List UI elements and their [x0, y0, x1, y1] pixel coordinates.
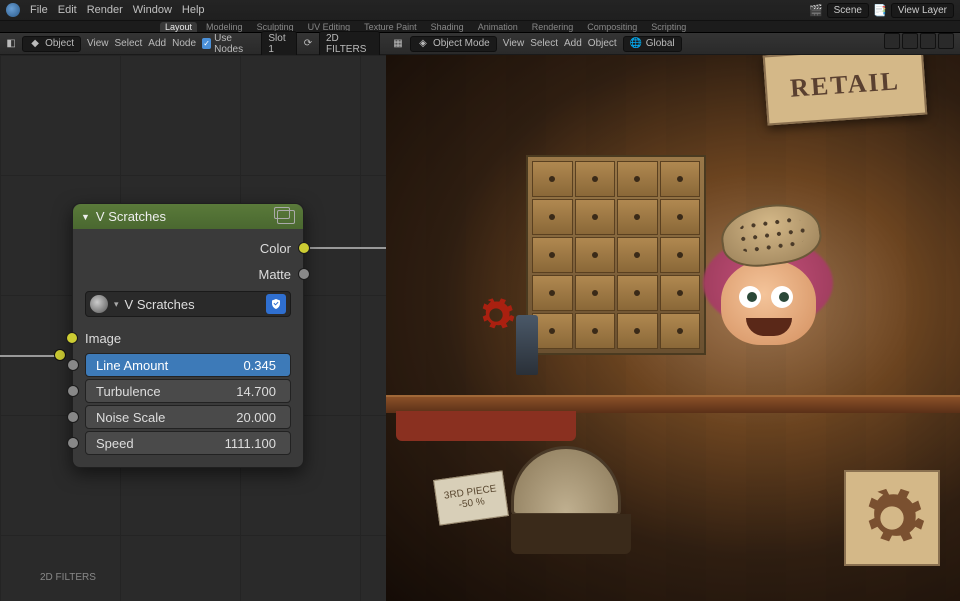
- viewport-shading-buttons: [884, 33, 954, 49]
- viewlayer-icon: 📑: [873, 4, 887, 17]
- prop-speed[interactable]: Speed 1111.100: [85, 431, 291, 455]
- wire-endpoint-icon: [54, 349, 66, 361]
- viewport-pane: ▦ ◈ Object Mode View Select Add Object 🌐…: [386, 33, 960, 601]
- menu-file[interactable]: File: [30, 4, 48, 16]
- shield-icon[interactable]: [266, 294, 286, 314]
- nodegroup-icon: [90, 295, 108, 313]
- orientation-selector[interactable]: 🌐 Global: [623, 36, 682, 52]
- prop-turbulence[interactable]: Turbulence 14.700: [85, 379, 291, 403]
- node-body: Color Matte ▾ V Scratches: [73, 229, 303, 467]
- tab-rendering[interactable]: Rendering: [527, 22, 579, 32]
- editor-type-icon[interactable]: ◧: [6, 38, 16, 50]
- collapse-triangle-icon[interactable]: ▼: [81, 212, 90, 222]
- tab-modeling[interactable]: Modeling: [201, 22, 248, 32]
- shading-material-button[interactable]: [920, 33, 936, 49]
- vp-object[interactable]: Object: [588, 38, 617, 49]
- workspace: ◧ ◆ Object View Select Add Node ✓ Use No…: [0, 33, 960, 601]
- menu-render[interactable]: Render: [87, 4, 123, 16]
- vp-add[interactable]: Add: [564, 38, 582, 49]
- viewlayer-field[interactable]: View Layer: [891, 3, 954, 18]
- shading-rendered-button[interactable]: [938, 33, 954, 49]
- render-red-gear-icon: [476, 295, 516, 335]
- viewport-render[interactable]: RETAIL 3RD PIECE -50 %: [386, 55, 960, 601]
- render-gear-sign: [844, 470, 940, 566]
- object-icon: ◆: [29, 38, 41, 50]
- globe-icon: 🌐: [630, 38, 642, 50]
- mode-selector[interactable]: ◈ Object Mode: [410, 36, 497, 52]
- node-editor-header: ◧ ◆ Object View Select Add Node ✓ Use No…: [0, 33, 386, 55]
- nodegroup-selector[interactable]: ▾ V Scratches: [85, 291, 291, 317]
- render-price-tag: 3RD PIECE -50 %: [433, 470, 509, 525]
- socket-matte-icon[interactable]: [298, 268, 310, 280]
- scene-field[interactable]: Scene: [827, 3, 869, 18]
- socket-image-icon[interactable]: [66, 332, 78, 344]
- hdr-node[interactable]: Node: [172, 38, 196, 49]
- chevron-down-icon[interactable]: ▾: [114, 299, 119, 310]
- socket-noise-scale-icon[interactable]: [67, 411, 79, 423]
- tab-animation[interactable]: Animation: [473, 22, 523, 32]
- menu-edit[interactable]: Edit: [58, 4, 77, 16]
- render-bottle: [516, 315, 538, 375]
- output-matte[interactable]: Matte: [73, 261, 303, 287]
- node-title-label: V Scratches: [96, 209, 166, 224]
- render-scale: [511, 446, 631, 576]
- check-icon: ✓: [202, 38, 211, 49]
- tab-shading[interactable]: Shading: [426, 22, 469, 32]
- output-color[interactable]: Color: [73, 235, 303, 261]
- tab-layout[interactable]: Layout: [160, 22, 197, 32]
- socket-line-amount-icon[interactable]: [67, 359, 79, 371]
- menu-window[interactable]: Window: [133, 4, 172, 16]
- socket-turbulence-icon[interactable]: [67, 385, 79, 397]
- object-mode-icon: ◈: [417, 38, 429, 50]
- node-editor-pane: ◧ ◆ Object View Select Add Node ✓ Use No…: [0, 33, 386, 601]
- node-wire-out: [304, 247, 386, 249]
- render-retail-sign: RETAIL: [763, 55, 927, 125]
- prop-noise-scale[interactable]: Noise Scale 20.000: [85, 405, 291, 429]
- socket-speed-icon[interactable]: [67, 437, 79, 449]
- hdr-add[interactable]: Add: [148, 38, 166, 49]
- use-nodes-toggle[interactable]: ✓ Use Nodes: [202, 33, 255, 55]
- socket-color-icon[interactable]: [298, 242, 310, 254]
- top-menubar: File Edit Render Window Help 🎬 Scene 📑 V…: [0, 0, 960, 21]
- node-v-scratches[interactable]: ▼ V Scratches Color Matte ▾: [72, 203, 304, 468]
- vp-view[interactable]: View: [503, 38, 525, 49]
- render-cloth: [396, 411, 576, 441]
- object-selector[interactable]: ◆ Object: [22, 36, 81, 52]
- footer-label: 2D FILTERS: [40, 572, 96, 583]
- viewport-header: ▦ ◈ Object Mode View Select Add Object 🌐…: [386, 33, 960, 55]
- node-wire: [0, 355, 58, 357]
- scene-icon: 🎬: [809, 4, 823, 17]
- menu-help[interactable]: Help: [182, 4, 205, 16]
- tab-compositing[interactable]: Compositing: [582, 22, 642, 32]
- input-image[interactable]: Image: [73, 325, 303, 351]
- tab-scripting[interactable]: Scripting: [646, 22, 691, 32]
- slot-selector[interactable]: Slot 1: [261, 31, 297, 57]
- blender-logo-icon[interactable]: [6, 3, 20, 17]
- prop-line-amount[interactable]: Line Amount 0.345: [85, 353, 291, 377]
- hdr-view[interactable]: View: [87, 38, 109, 49]
- duplicate-icon[interactable]: [277, 210, 295, 224]
- filters-field[interactable]: 2D FILTERS: [319, 31, 380, 57]
- refresh-icon[interactable]: ⟳: [303, 38, 313, 50]
- shading-solid-button[interactable]: [902, 33, 918, 49]
- node-title-bar[interactable]: ▼ V Scratches: [73, 204, 303, 229]
- workspace-tabs: Layout Modeling Sculpting UV Editing Tex…: [0, 21, 960, 33]
- hdr-select[interactable]: Select: [115, 38, 143, 49]
- editor-type-icon[interactable]: ▦: [392, 38, 404, 50]
- render-character: [661, 210, 861, 410]
- shading-wireframe-button[interactable]: [884, 33, 900, 49]
- node-editor-canvas[interactable]: ▼ V Scratches Color Matte ▾: [0, 55, 386, 601]
- vp-select[interactable]: Select: [530, 38, 558, 49]
